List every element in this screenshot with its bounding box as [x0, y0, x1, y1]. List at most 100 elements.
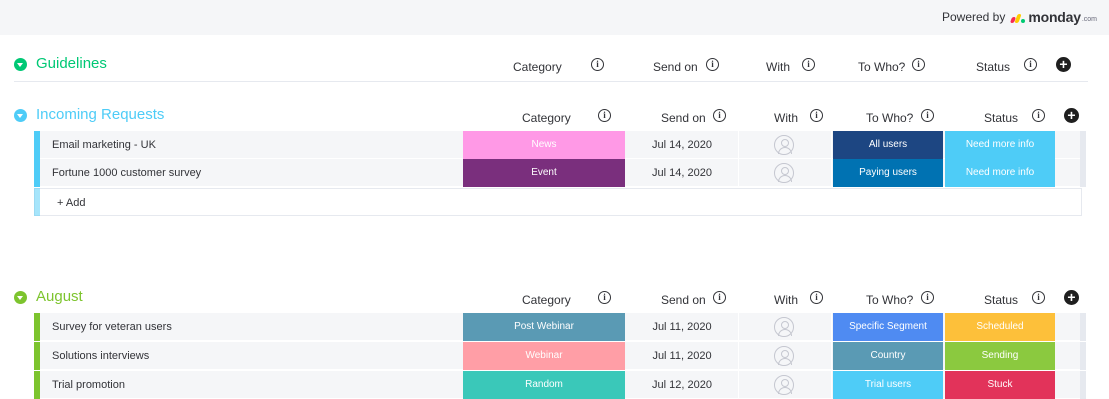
to-who-cell[interactable]: Country: [833, 342, 943, 370]
status-cell[interactable]: Sending: [945, 342, 1055, 370]
column-header-category[interactable]: Category: [513, 60, 562, 74]
cell-separator: [738, 342, 739, 370]
person-avatar-icon[interactable]: [774, 375, 794, 395]
top-bar: Powered by monday .com: [0, 0, 1109, 35]
status-cell[interactable]: Scheduled: [945, 313, 1055, 341]
column-header-send-on[interactable]: Send on: [661, 293, 706, 307]
item-name[interactable]: Email marketing - UK: [52, 139, 156, 151]
category-cell[interactable]: Webinar: [463, 342, 625, 370]
to-who-cell[interactable]: Trial users: [833, 371, 943, 399]
row-color-bar: [34, 313, 40, 341]
powered-by[interactable]: Powered by monday .com: [942, 9, 1097, 25]
add-column-icon[interactable]: +: [1064, 108, 1079, 123]
column-header-with[interactable]: With: [774, 293, 798, 307]
column-header-status[interactable]: Status: [984, 293, 1018, 307]
column-header-to-who[interactable]: To Who?: [866, 293, 913, 307]
brand-name: monday: [1028, 9, 1081, 25]
info-icon[interactable]: i: [706, 58, 719, 71]
status-cell[interactable]: Need more info: [945, 131, 1055, 159]
powered-by-label: Powered by: [941, 10, 1006, 24]
table-row[interactable]: Fortune 1000 customer survey Event Jul 1…: [34, 159, 1086, 187]
to-who-cell[interactable]: Paying users: [833, 159, 943, 187]
category-cell[interactable]: Post Webinar: [463, 313, 625, 341]
person-avatar-icon[interactable]: [774, 163, 794, 183]
add-item-row[interactable]: + Add: [34, 188, 1082, 216]
collapse-toggle-icon[interactable]: [14, 109, 27, 122]
item-name[interactable]: Trial promotion: [52, 379, 125, 391]
person-avatar-icon[interactable]: [774, 317, 794, 337]
column-header-status[interactable]: Status: [976, 60, 1010, 74]
item-name[interactable]: Survey for veteran users: [52, 321, 172, 333]
table-row[interactable]: Email marketing - UK News Jul 14, 2020 A…: [34, 131, 1086, 159]
row-color-bar: [34, 371, 40, 399]
row-color-bar: [34, 159, 40, 187]
person-avatar-icon[interactable]: [774, 346, 794, 366]
cell-separator: [738, 371, 739, 399]
group-divider: [14, 81, 1088, 82]
cell-separator: [831, 342, 832, 370]
status-cell[interactable]: Stuck: [945, 371, 1055, 399]
group-title[interactable]: Guidelines: [36, 55, 107, 72]
to-who-cell[interactable]: All users: [833, 131, 943, 159]
group-title[interactable]: Incoming Requests: [36, 106, 164, 123]
monday-logo-icon: [1010, 11, 1026, 23]
info-icon[interactable]: i: [802, 58, 815, 71]
info-icon[interactable]: i: [810, 109, 823, 122]
info-icon[interactable]: i: [1024, 58, 1037, 71]
cell-separator: [738, 159, 739, 187]
row-end: [1080, 159, 1086, 187]
table-row[interactable]: Solutions interviews Webinar Jul 11, 202…: [34, 342, 1086, 370]
info-icon[interactable]: i: [713, 291, 726, 304]
info-icon[interactable]: i: [1032, 291, 1045, 304]
column-header-send-on[interactable]: Send on: [661, 111, 706, 125]
cell-separator: [831, 313, 832, 341]
group-header: Incoming Requests Category i Send on i W…: [0, 101, 1109, 129]
send-on-cell[interactable]: Jul 14, 2020: [627, 131, 737, 159]
brand-suffix: .com: [1081, 16, 1097, 23]
cell-separator: [738, 313, 739, 341]
table-row[interactable]: Trial promotion Random Jul 12, 2020 Tria…: [34, 371, 1086, 399]
row-end: [1080, 131, 1086, 159]
info-icon[interactable]: i: [921, 109, 934, 122]
info-icon[interactable]: i: [598, 291, 611, 304]
info-icon[interactable]: i: [921, 291, 934, 304]
row-end: [1080, 313, 1086, 341]
cell-separator: [831, 371, 832, 399]
send-on-cell[interactable]: Jul 11, 2020: [627, 342, 737, 370]
column-header-to-who[interactable]: To Who?: [858, 60, 905, 74]
column-header-category[interactable]: Category: [522, 293, 571, 307]
row-end: [1080, 342, 1086, 370]
add-column-icon[interactable]: +: [1056, 57, 1071, 72]
category-cell[interactable]: Event: [463, 159, 625, 187]
collapse-toggle-icon[interactable]: [14, 291, 27, 304]
group-title[interactable]: August: [36, 288, 83, 305]
row-color-bar: [34, 131, 40, 159]
column-header-category[interactable]: Category: [522, 111, 571, 125]
item-name[interactable]: Solutions interviews: [52, 350, 149, 362]
to-who-cell[interactable]: Specific Segment: [833, 313, 943, 341]
column-header-to-who[interactable]: To Who?: [866, 111, 913, 125]
column-header-status[interactable]: Status: [984, 111, 1018, 125]
add-column-icon[interactable]: +: [1064, 290, 1079, 305]
group-header: August Category i Send on i With i To Wh…: [0, 283, 1109, 311]
column-header-with[interactable]: With: [766, 60, 790, 74]
column-header-send-on[interactable]: Send on: [653, 60, 698, 74]
category-cell[interactable]: News: [463, 131, 625, 159]
info-icon[interactable]: i: [591, 58, 604, 71]
send-on-cell[interactable]: Jul 14, 2020: [627, 159, 737, 187]
status-cell[interactable]: Need more info: [945, 159, 1055, 187]
info-icon[interactable]: i: [912, 58, 925, 71]
person-avatar-icon[interactable]: [774, 135, 794, 155]
item-name[interactable]: Fortune 1000 customer survey: [52, 167, 201, 179]
info-icon[interactable]: i: [810, 291, 823, 304]
send-on-cell[interactable]: Jul 11, 2020: [627, 313, 737, 341]
collapse-toggle-icon[interactable]: [14, 58, 27, 71]
send-on-cell[interactable]: Jul 12, 2020: [627, 371, 737, 399]
column-header-with[interactable]: With: [774, 111, 798, 125]
category-cell[interactable]: Random: [463, 371, 625, 399]
info-icon[interactable]: i: [598, 109, 611, 122]
info-icon[interactable]: i: [713, 109, 726, 122]
table-row[interactable]: Survey for veteran users Post Webinar Ju…: [34, 313, 1086, 341]
info-icon[interactable]: i: [1032, 109, 1045, 122]
add-item-label[interactable]: + Add: [57, 197, 85, 209]
